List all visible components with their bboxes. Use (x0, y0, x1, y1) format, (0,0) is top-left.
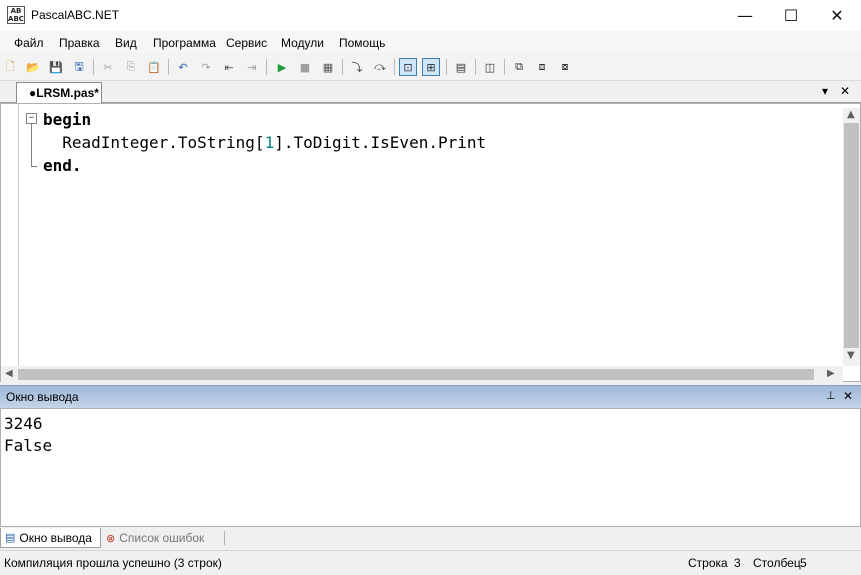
document-tab-strip: ●LRSM.pas* ▾ ✕ (0, 81, 861, 104)
toolbar-separator (93, 59, 94, 75)
toolbar-separator (446, 59, 447, 75)
scroll-down-icon[interactable]: ▼ (847, 350, 855, 361)
scroll-right-icon[interactable]: ▶ (827, 368, 835, 379)
new-file-icon[interactable]: 🗋 (1, 58, 19, 76)
menu-view[interactable]: Вид (115, 36, 137, 50)
designer-icon[interactable]: ◫ (481, 58, 499, 76)
menu-help[interactable]: Помощь (339, 36, 385, 50)
tab-list-dropdown-icon[interactable]: ▾ (822, 84, 828, 98)
output-text: 3246 False (4, 413, 52, 457)
menu-service[interactable]: Сервис (226, 36, 267, 50)
code-number-literal: 1 (264, 133, 275, 152)
menu-file[interactable]: Файл (14, 36, 44, 50)
format-code-icon[interactable]: ▤ (452, 58, 470, 76)
gutter-divider (18, 104, 19, 366)
open-file-icon[interactable]: 📂 (24, 58, 42, 76)
debug-result-icon[interactable]: ⧇ (556, 58, 574, 76)
scroll-up-icon[interactable]: ▲ (847, 109, 855, 120)
stop-icon[interactable]: ■ (296, 58, 314, 76)
toolbar-separator (475, 59, 476, 75)
toolbar-separator (342, 59, 343, 75)
vertical-scroll-thumb[interactable] (844, 123, 859, 348)
output-window-icon[interactable]: ⊡ (399, 58, 417, 76)
toolbar-separator (394, 59, 395, 75)
output-line: False (4, 436, 53, 455)
debug-watch-icon[interactable]: ⧉ (510, 58, 528, 76)
tab-error-list-label: Список ошибок (119, 531, 205, 545)
pin-icon[interactable]: ⊥ (826, 389, 836, 402)
copy-icon[interactable]: ⎘ (122, 58, 140, 76)
editor-window-icon[interactable]: ⊞ (422, 58, 440, 76)
fold-guide (31, 124, 32, 167)
navigate-forward-icon[interactable]: ⇥ (243, 58, 261, 76)
menu-modules[interactable]: Модули (281, 36, 324, 50)
menu-program[interactable]: Программа (153, 36, 216, 50)
maximize-button[interactable]: ☐ (768, 0, 814, 31)
close-tab-icon[interactable]: ✕ (840, 84, 850, 98)
row-label: Строка (688, 556, 728, 570)
column-label: Столбец (753, 556, 801, 570)
menu-bar: Файл Правка Вид Программа Сервис Модули … (0, 31, 861, 53)
step-into-icon[interactable]: ⤵ (348, 58, 366, 76)
fold-toggle-icon[interactable]: − (26, 113, 37, 124)
save-icon[interactable]: 💾 (47, 58, 65, 76)
window-title: PascalABC.NET (31, 8, 120, 22)
close-panel-icon[interactable]: ✕ (843, 389, 853, 403)
step-over-icon[interactable]: ⤼ (371, 58, 389, 76)
toolbar-separator (168, 59, 169, 75)
toolbar-separator (504, 59, 505, 75)
run-icon[interactable]: ▶ (273, 58, 291, 76)
output-panel-title: Окно вывода (6, 390, 79, 404)
output-window-tab-icon: ▤ (5, 531, 16, 544)
tab-output-window[interactable]: ▤ Окно вывода (0, 528, 101, 548)
code-line-2: ReadInteger.ToString[1].ToDigit.IsEven.P… (43, 131, 486, 154)
code-token: ReadInteger.ToString[ (43, 133, 265, 152)
error-list-tab-icon: ⊗ (106, 531, 116, 545)
code-text[interactable]: begin ReadInteger.ToString[1].ToDigit.Is… (43, 108, 486, 177)
scroll-left-icon[interactable]: ◀ (5, 368, 13, 379)
status-message: Компиляция прошла успешно (3 строк) (4, 556, 222, 570)
paste-icon[interactable]: 📋 (145, 58, 163, 76)
code-editor[interactable]: − begin ReadInteger.ToString[1].ToDigit.… (0, 103, 861, 383)
fold-guide-end (31, 166, 37, 167)
code-line-3: end. (43, 156, 82, 175)
redo-icon[interactable]: ↷ (197, 58, 215, 76)
tab-lrsm-pas[interactable]: ●LRSM.pas* (16, 82, 102, 104)
code-line-1: begin (43, 110, 92, 129)
horizontal-scroll-thumb[interactable] (18, 369, 814, 380)
toolbar: 🗋 📂 💾 🖫 ✂ ⎘ 📋 ↶ ↷ ⇤ ⇥ ▶ ■ ▦ ⤵ ⤼ ⊡ ⊞ ▤ ◫ … (0, 54, 861, 81)
column-value: 5 (800, 556, 807, 570)
output-line: 3246 (4, 414, 43, 433)
menu-edit[interactable]: Правка (59, 36, 100, 50)
bottom-panel-tabs: ▤ Окно вывода ⊗ Список ошибок (0, 527, 861, 549)
output-panel-header: Окно вывода ⊥ ✕ (0, 385, 861, 408)
minimize-button[interactable]: — (722, 0, 768, 31)
app-logo-icon: AB ABC (7, 6, 25, 24)
tab-error-list[interactable]: ⊗ Список ошибок (102, 528, 224, 548)
debug-local-icon[interactable]: ⧈ (533, 58, 551, 76)
status-bar: Компиляция прошла успешно (3 строк) Стро… (0, 550, 861, 575)
output-console[interactable]: 3246 False (0, 408, 861, 527)
close-window-button[interactable]: ✕ (814, 0, 860, 31)
row-value: 3 (734, 556, 741, 570)
toolbar-separator (266, 59, 267, 75)
code-token: ].ToDigit.IsEven.Print (274, 133, 487, 152)
cut-icon[interactable]: ✂ (99, 58, 117, 76)
undo-icon[interactable]: ↶ (174, 58, 192, 76)
navigate-back-icon[interactable]: ⇤ (220, 58, 238, 76)
title-bar: AB ABC PascalABC.NET — ☐ ✕ (0, 0, 861, 31)
save-all-icon[interactable]: 🖫 (70, 58, 88, 76)
tab-separator (224, 531, 225, 545)
compile-icon[interactable]: ▦ (319, 58, 337, 76)
tab-output-window-label: Окно вывода (19, 530, 92, 545)
